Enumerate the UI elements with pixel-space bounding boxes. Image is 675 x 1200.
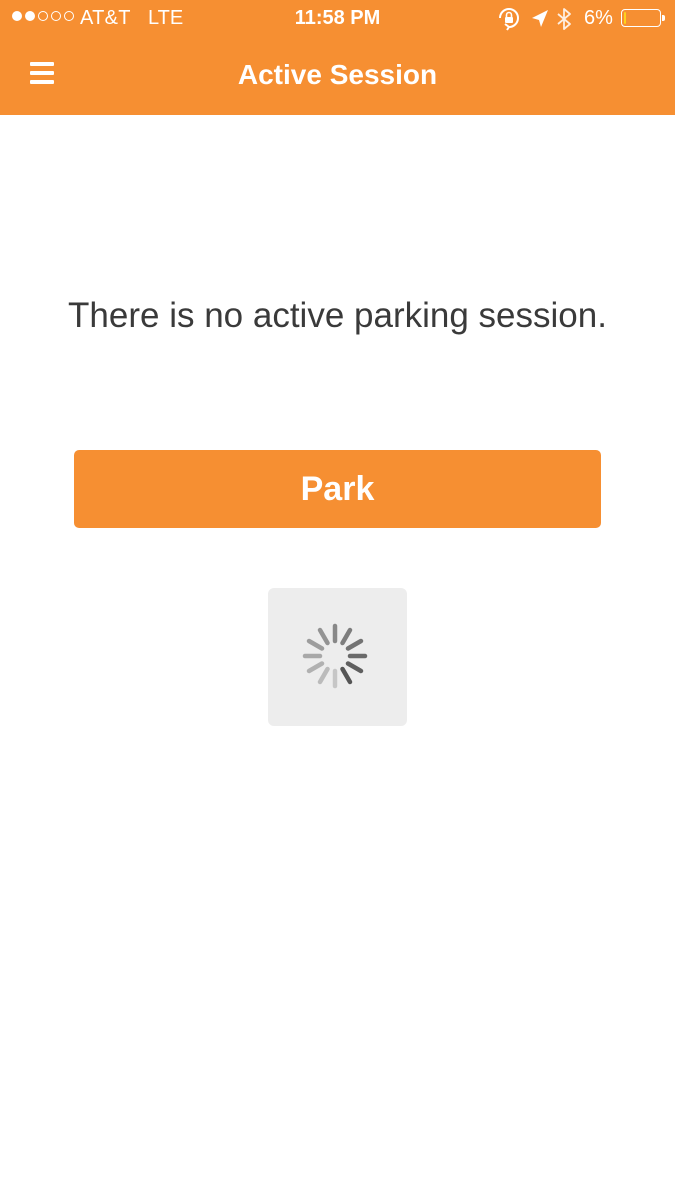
status-icons (499, 8, 571, 31)
orientation-lock-icon (499, 8, 519, 31)
spinner-spoke (317, 627, 330, 646)
page-title: Active Session (237, 59, 438, 90)
spinner-spoke (345, 661, 364, 674)
spinner-icon (302, 623, 368, 689)
status-bar: AT&T LTE 11:58 PM 6% (0, 0, 675, 38)
no-session-message: There is no active parking session. (68, 296, 607, 335)
navigation-bar: Active Session (0, 38, 675, 115)
loading-indicator (268, 588, 407, 726)
app-screen: AT&T LTE 11:58 PM 6% Active Session Ther… (0, 0, 675, 1200)
bluetooth-icon (557, 8, 571, 30)
spinner-spoke (345, 638, 364, 651)
top-bar: AT&T LTE 11:58 PM 6% Active Session (0, 0, 675, 115)
spinner-spoke (306, 638, 325, 651)
battery-icon (621, 9, 665, 27)
location-arrow-icon (532, 10, 548, 27)
battery-level-fill (624, 12, 626, 24)
spinner-spoke (340, 627, 353, 646)
park-button[interactable]: Park (74, 450, 601, 528)
spinner-spoke (340, 666, 353, 685)
battery-percentage: 6% (584, 7, 613, 29)
spinner-spoke (306, 661, 325, 674)
spinner-spoke (317, 666, 330, 685)
